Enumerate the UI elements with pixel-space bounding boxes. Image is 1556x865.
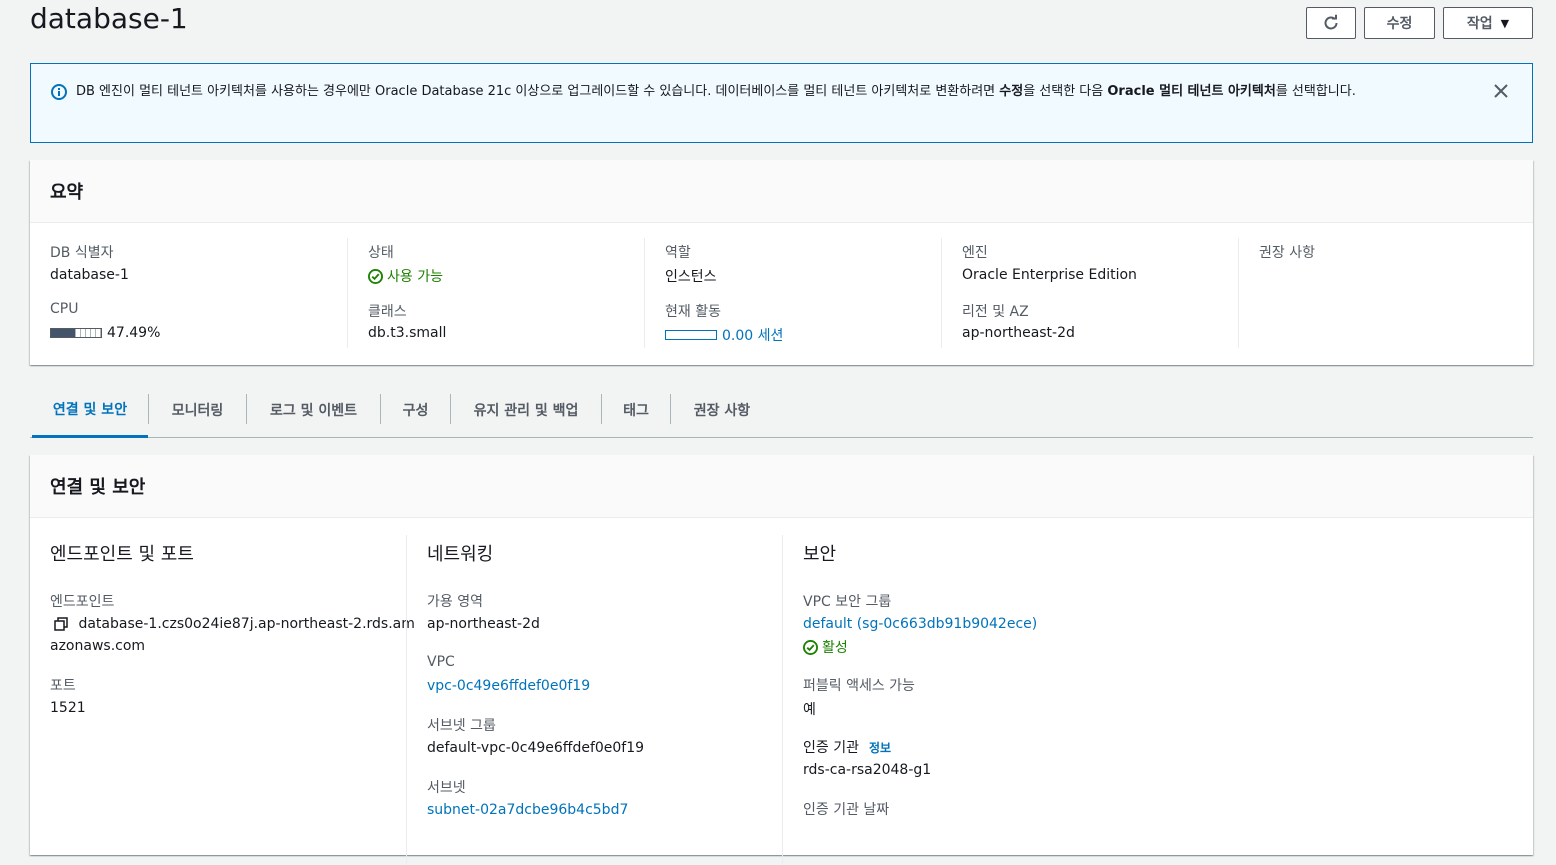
summary-heading: 요약 xyxy=(30,160,1533,223)
role-value: 인스턴스 xyxy=(665,269,717,285)
summary-col-engine: 엔진 Oracle Enterprise Edition 리전 및 AZ ap-… xyxy=(941,238,1238,348)
security-group-label: VPC 보안 그룹 xyxy=(803,594,892,610)
ca-label-text: 인증 기관 xyxy=(803,740,859,756)
port-label: 포트 xyxy=(50,678,76,694)
close-icon[interactable] xyxy=(1493,83,1509,99)
activity-meter: 0.00 세션 xyxy=(665,325,783,345)
subnet-group-value: default-vpc-0c49e6ffdef0e0f19 xyxy=(427,740,645,756)
tab-tags[interactable]: 태그 xyxy=(602,383,670,437)
ca-date-label: 인증 기관 날짜 xyxy=(803,802,890,818)
alert-bold-architecture: Oracle 멀티 테넌트 아키텍처 xyxy=(1107,84,1276,99)
region-label: 리전 및 AZ xyxy=(962,304,1029,320)
role-label: 역할 xyxy=(665,245,691,261)
networking-section: 네트워킹 가용 영역 ap-northeast-2d VPC vpc-0c49e… xyxy=(406,535,782,865)
ca-info-link[interactable]: 정보 xyxy=(869,741,891,755)
region-value: ap-northeast-2d xyxy=(962,325,1075,341)
endpoint-line1: database-1.czs0o24ie87j.ap-northeast-2.r… xyxy=(78,616,415,632)
detail-tabs: 연결 및 보안 모니터링 로그 및 이벤트 구성 유지 관리 및 백업 태그 권… xyxy=(30,383,1533,438)
cpu-label: CPU xyxy=(50,301,79,317)
status-badge: 사용 가능 xyxy=(368,266,443,286)
refresh-button[interactable] xyxy=(1306,7,1356,39)
connectivity-heading: 연결 및 보안 xyxy=(30,455,1533,518)
summary-col-role: 역할 인스턴스 현재 활동 0.00 세션 xyxy=(644,238,941,348)
page-title: database-1 xyxy=(30,2,188,35)
security-section: 보안 VPC 보안 그룹 default (sg-0c663db91b9042e… xyxy=(782,535,1158,865)
check-circle-icon xyxy=(803,639,818,655)
class-value: db.t3.small xyxy=(368,325,447,341)
info-alert: DB 엔진이 멀티 테넌트 아키텍처를 사용하는 경우에만 Oracle Dat… xyxy=(30,63,1533,143)
summary-col-status: 상태 사용 가능 클래스 db.t3.small xyxy=(347,238,644,348)
status-label: 상태 xyxy=(368,245,394,261)
summary-card: 요약 DB 식별자 database-1 CPU 47.49% 상태 사용 가능… xyxy=(30,160,1533,365)
status-value: 사용 가능 xyxy=(387,269,443,285)
copy-icon[interactable] xyxy=(54,617,68,631)
cpu-value: 47.49% xyxy=(107,325,161,341)
tab-monitoring[interactable]: 모니터링 xyxy=(149,383,246,437)
endpoint-port-section: 엔드포인트 및 포트 엔드포인트 database-1.czs0o24ie87j… xyxy=(30,535,415,865)
networking-section-title: 네트워킹 xyxy=(427,544,494,565)
actions-dropdown-button[interactable]: 작업 ▼ xyxy=(1443,7,1533,39)
summary-col-recommendations: 권장 사항 xyxy=(1238,238,1533,348)
tab-configuration[interactable]: 구성 xyxy=(381,383,450,437)
recommendations-label: 권장 사항 xyxy=(1259,245,1315,261)
db-id-value: database-1 xyxy=(50,267,129,283)
cpu-bar xyxy=(50,328,102,338)
edit-button[interactable]: 수정 xyxy=(1364,7,1435,39)
summary-col-identifier: DB 식별자 database-1 CPU 47.49% xyxy=(30,238,347,348)
actions-label: 작업 xyxy=(1466,16,1493,32)
endpoint-line2: azonaws.com xyxy=(50,638,146,654)
vpc-link[interactable]: vpc-0c49e6ffdef0e0f19 xyxy=(427,678,590,694)
port-value: 1521 xyxy=(50,700,86,716)
security-group-link[interactable]: default (sg-0c663db91b9042ece) xyxy=(803,616,1037,632)
az-value: ap-northeast-2d xyxy=(427,616,540,632)
ca-value: rds-ca-rsa2048-g1 xyxy=(803,762,932,778)
security-group-status-text: 활성 xyxy=(822,640,848,656)
db-id-label: DB 식별자 xyxy=(50,245,114,261)
refresh-icon xyxy=(1324,14,1338,30)
check-circle-icon xyxy=(368,268,383,284)
cpu-bar-fill xyxy=(51,329,75,337)
security-group-status: 활성 xyxy=(803,637,848,657)
alert-bold-edit: 수정 xyxy=(999,84,1024,99)
tab-connectivity-security[interactable]: 연결 및 보안 xyxy=(32,383,148,438)
subnet-link[interactable]: subnet-02a7dcbe96b4c5bd7 xyxy=(427,802,628,818)
engine-label: 엔진 xyxy=(962,245,988,261)
public-access-value: 예 xyxy=(803,702,816,718)
connectivity-security-card: 연결 및 보안 엔드포인트 및 포트 엔드포인트 database-1.czs0… xyxy=(30,455,1533,865)
info-icon xyxy=(51,84,67,100)
subnet-group-label: 서브넷 그룹 xyxy=(427,718,496,734)
subnets-label: 서브넷 xyxy=(427,780,466,796)
security-section-title: 보안 xyxy=(803,544,837,565)
endpoint-label: 엔드포인트 xyxy=(50,594,115,610)
activity-bar xyxy=(665,330,717,340)
cpu-meter: 47.49% xyxy=(50,325,160,341)
endpoint-section-title: 엔드포인트 및 포트 xyxy=(50,544,194,565)
engine-value: Oracle Enterprise Edition xyxy=(962,267,1137,283)
alert-message: DB 엔진이 멀티 테넌트 아키텍처를 사용하는 경우에만 Oracle Dat… xyxy=(76,84,1356,99)
endpoint-value: database-1.czs0o24ie87j.ap-northeast-2.r… xyxy=(54,616,415,632)
ca-label: 인증 기관 정보 xyxy=(803,737,891,757)
caret-down-icon: ▼ xyxy=(1500,16,1510,30)
vpc-label: VPC xyxy=(427,654,455,670)
tab-maintenance-backup[interactable]: 유지 관리 및 백업 xyxy=(451,383,601,437)
class-label: 클래스 xyxy=(368,304,407,320)
public-access-label: 퍼블릭 액세스 가능 xyxy=(803,678,915,694)
activity-link[interactable]: 0.00 세션 xyxy=(722,325,783,345)
tab-logs-events[interactable]: 로그 및 이벤트 xyxy=(247,383,380,437)
activity-label: 현재 활동 xyxy=(665,304,721,320)
tab-recommendations[interactable]: 권장 사항 xyxy=(671,383,773,437)
az-label: 가용 영역 xyxy=(427,594,483,610)
